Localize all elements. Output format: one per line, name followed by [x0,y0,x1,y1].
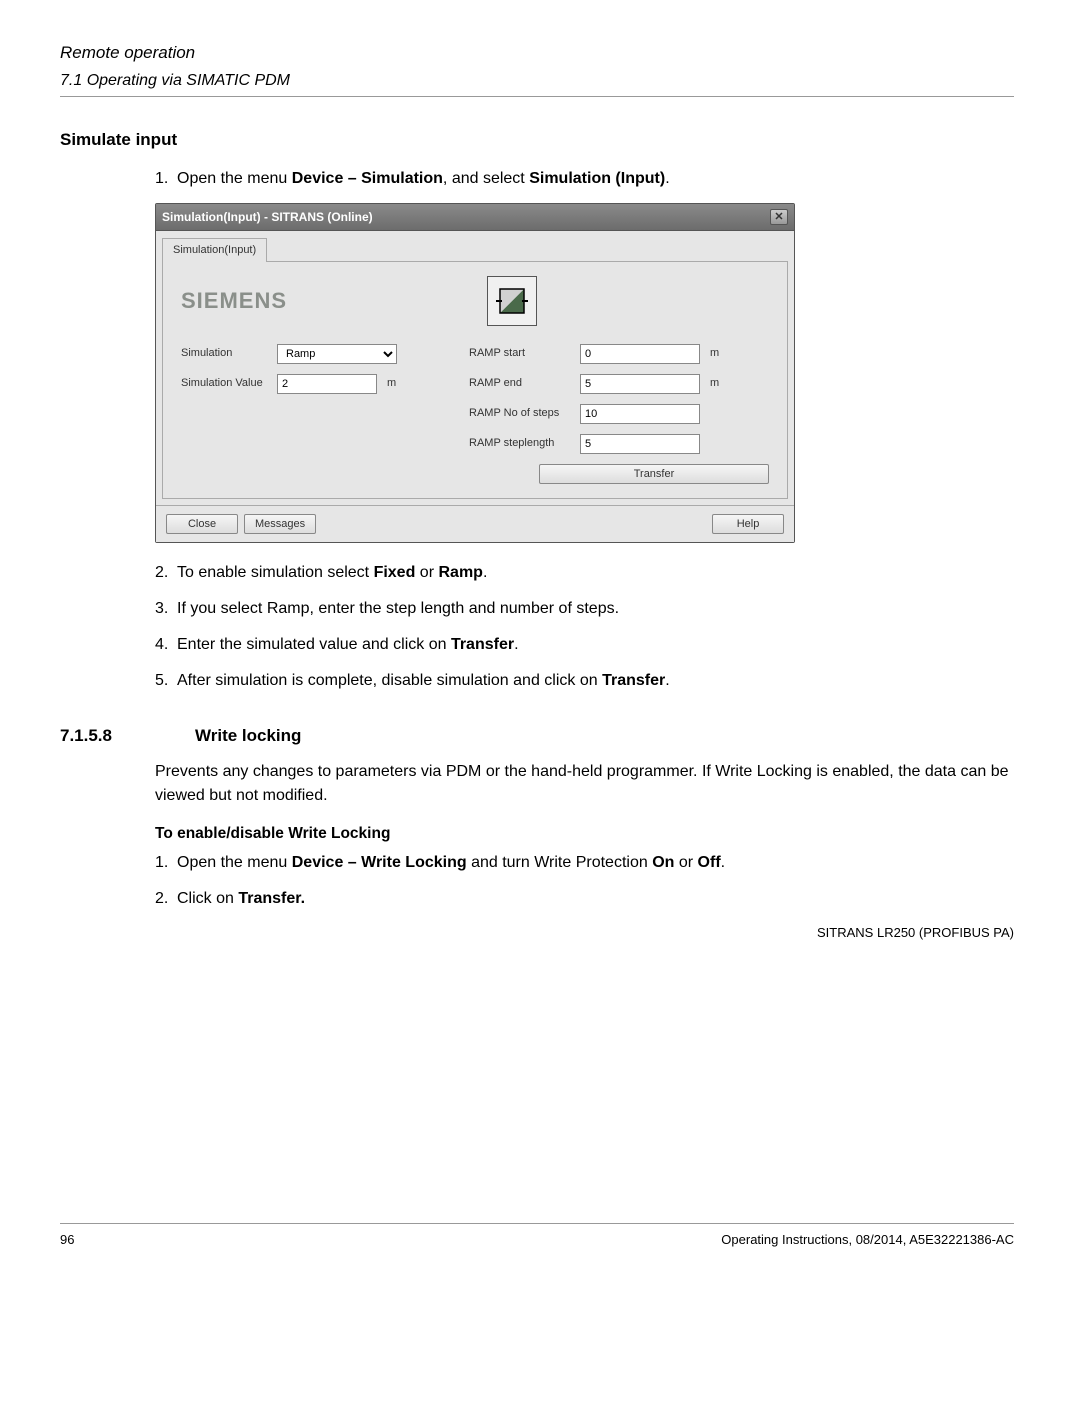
paragraph: Prevents any changes to parameters via P… [155,760,1014,808]
ramp-steplength-label: RAMP steplength [469,435,574,452]
ramp-start-field[interactable] [580,344,700,364]
simulation-value-label: Simulation Value [181,375,271,392]
titlebar: Simulation(Input) - SITRANS (Online) ✕ [156,204,794,231]
ramp-steps-field[interactable] [580,404,700,424]
simulation-label: Simulation [181,345,271,362]
list-number: 1. [155,167,177,191]
step-5: After simulation is complete, disable si… [177,669,1014,693]
tab-simulation-input[interactable]: Simulation(Input) [162,238,267,262]
text: or [415,564,438,581]
list-number: 1. [155,851,177,875]
page-number: 96 [60,1230,74,1250]
list-number: 2. [155,887,177,911]
ramp-end-field[interactable] [580,374,700,394]
bold-text: Device – Simulation [292,170,443,187]
text: Open the menu [177,170,292,187]
unit-m: m [710,345,719,362]
section-heading: 7.1.5.8 Write locking [60,723,1014,749]
unit-m: m [387,375,396,392]
list-number: 5. [155,669,177,693]
ramp-end-label: RAMP end [469,375,574,392]
help-button[interactable]: Help [712,514,784,534]
text: Open the menu [177,854,292,871]
step-2: To enable simulation select Fixed or Ram… [177,561,1014,585]
text: and turn Write Protection [467,854,653,871]
brand-logo: SIEMENS [181,284,287,317]
bold-text: Fixed [374,564,416,581]
list-number: 4. [155,633,177,657]
write-step-2: Click on Transfer. [177,887,1014,911]
unit-m: m [710,375,719,392]
close-icon[interactable]: ✕ [770,209,788,225]
dialog-panel: SIEMENS Simulation Ram [162,261,788,499]
text: , and select [443,170,529,187]
ramp-steps-label: RAMP No of steps [469,405,574,422]
text: . [665,672,669,689]
step-3: If you select Ramp, enter the step lengt… [177,597,1014,621]
bold-text: Transfer [451,636,514,653]
section-number: 7.1.5.8 [60,723,195,749]
bold-text: Off [698,854,721,871]
messages-button[interactable]: Messages [244,514,316,534]
step-1: Open the menu Device – Simulation, and s… [177,167,1014,191]
footer-doc-info: Operating Instructions, 08/2014, A5E3222… [721,1230,1014,1250]
bold-text: Simulation (Input) [529,170,665,187]
ramp-start-label: RAMP start [469,345,574,362]
bold-text: On [652,854,674,871]
bold-text: Device – Write Locking [292,854,467,871]
bold-text: Ramp [438,564,482,581]
dialog-footer: Close Messages Help [156,505,794,542]
bold-text: Transfer [602,672,665,689]
text: . [514,636,518,653]
bold-text: Transfer. [238,890,305,907]
footer-product: SITRANS LR250 (PROFIBUS PA) [60,923,1014,943]
section-heading-text: Write locking [195,723,301,749]
simulation-value-field[interactable] [277,374,377,394]
breadcrumb-sub: 7.1 Operating via SIMATIC PDM [60,69,1014,97]
text: To enable simulation select [177,564,374,581]
section-title: Simulate input [60,127,1014,153]
text: Enter the simulated value and click on [177,636,451,653]
page-footer: 96 Operating Instructions, 08/2014, A5E3… [60,1223,1014,1250]
step-4: Enter the simulated value and click on T… [177,633,1014,657]
breadcrumb: Remote operation [60,40,1014,66]
text: After simulation is complete, disable si… [177,672,602,689]
close-button[interactable]: Close [166,514,238,534]
sub-heading: To enable/disable Write Locking [155,822,1014,845]
text: Click on [177,890,238,907]
ramp-steplength-field[interactable] [580,434,700,454]
simulation-select[interactable]: Ramp [277,344,397,364]
text: . [665,170,669,187]
text: . [721,854,725,871]
write-step-1: Open the menu Device – Write Locking and… [177,851,1014,875]
list-number: 3. [155,597,177,621]
simulation-icon [487,276,537,326]
text: . [483,564,487,581]
dialog-title: Simulation(Input) - SITRANS (Online) [162,208,373,226]
transfer-button[interactable]: Transfer [539,464,769,484]
simulation-dialog: Simulation(Input) - SITRANS (Online) ✕ S… [155,203,795,543]
text: or [674,854,697,871]
list-number: 2. [155,561,177,585]
